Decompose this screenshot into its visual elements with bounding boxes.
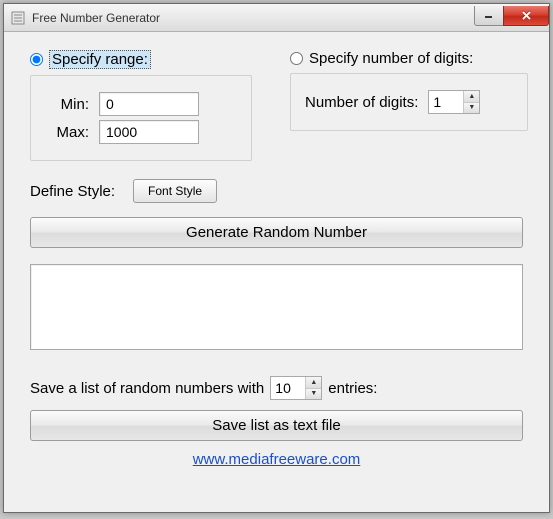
min-input[interactable] — [99, 92, 199, 116]
digits-spin-up[interactable]: ▲ — [464, 91, 479, 103]
digits-spin-down[interactable]: ▼ — [464, 103, 479, 114]
entries-spinner[interactable]: ▲ ▼ — [270, 376, 322, 400]
digits-option-section: Specify number of digits: Number of digi… — [290, 50, 528, 161]
client-area: Specify range: Min: Max: Specify n — [4, 32, 549, 478]
save-list-button[interactable]: Save list as text file — [30, 410, 523, 441]
entries-spin-down[interactable]: ▼ — [306, 389, 321, 400]
digits-radio[interactable] — [290, 52, 303, 65]
entries-input[interactable] — [271, 377, 305, 399]
save-prefix: Save a list of random numbers with — [30, 380, 264, 397]
app-icon — [10, 10, 26, 26]
entries-spin-up[interactable]: ▲ — [306, 377, 321, 389]
min-label: Min: — [45, 96, 89, 113]
style-label: Define Style: — [30, 183, 115, 200]
digits-input[interactable] — [429, 91, 463, 113]
minimize-button[interactable] — [474, 6, 504, 26]
digits-label: Specify number of digits: — [309, 50, 473, 67]
save-suffix: entries: — [328, 380, 377, 397]
range-option[interactable]: Specify range: — [30, 50, 270, 69]
range-radio[interactable] — [30, 53, 43, 66]
close-button[interactable] — [503, 6, 549, 26]
generate-button[interactable]: Generate Random Number — [30, 217, 523, 248]
footer: www.mediafreeware.com — [30, 451, 523, 468]
window-controls — [475, 6, 549, 26]
style-row: Define Style: Font Style — [30, 179, 523, 203]
window-title: Free Number Generator — [32, 11, 475, 25]
digits-group: Number of digits: ▲ ▼ — [290, 73, 528, 131]
output-area — [30, 264, 523, 350]
titlebar: Free Number Generator — [4, 4, 549, 32]
font-style-button[interactable]: Font Style — [133, 179, 217, 203]
digits-option[interactable]: Specify number of digits: — [290, 50, 528, 67]
digits-field-label: Number of digits: — [305, 94, 418, 111]
save-row: Save a list of random numbers with ▲ ▼ e… — [30, 376, 523, 400]
range-label: Specify range: — [49, 50, 151, 69]
max-input[interactable] — [99, 120, 199, 144]
digits-spinner[interactable]: ▲ ▼ — [428, 90, 480, 114]
footer-link[interactable]: www.mediafreeware.com — [193, 451, 361, 468]
app-window: Free Number Generator Specify range: Min… — [3, 3, 550, 513]
max-label: Max: — [45, 124, 89, 141]
range-option-section: Specify range: Min: Max: — [30, 50, 270, 161]
range-group: Min: Max: — [30, 75, 252, 161]
